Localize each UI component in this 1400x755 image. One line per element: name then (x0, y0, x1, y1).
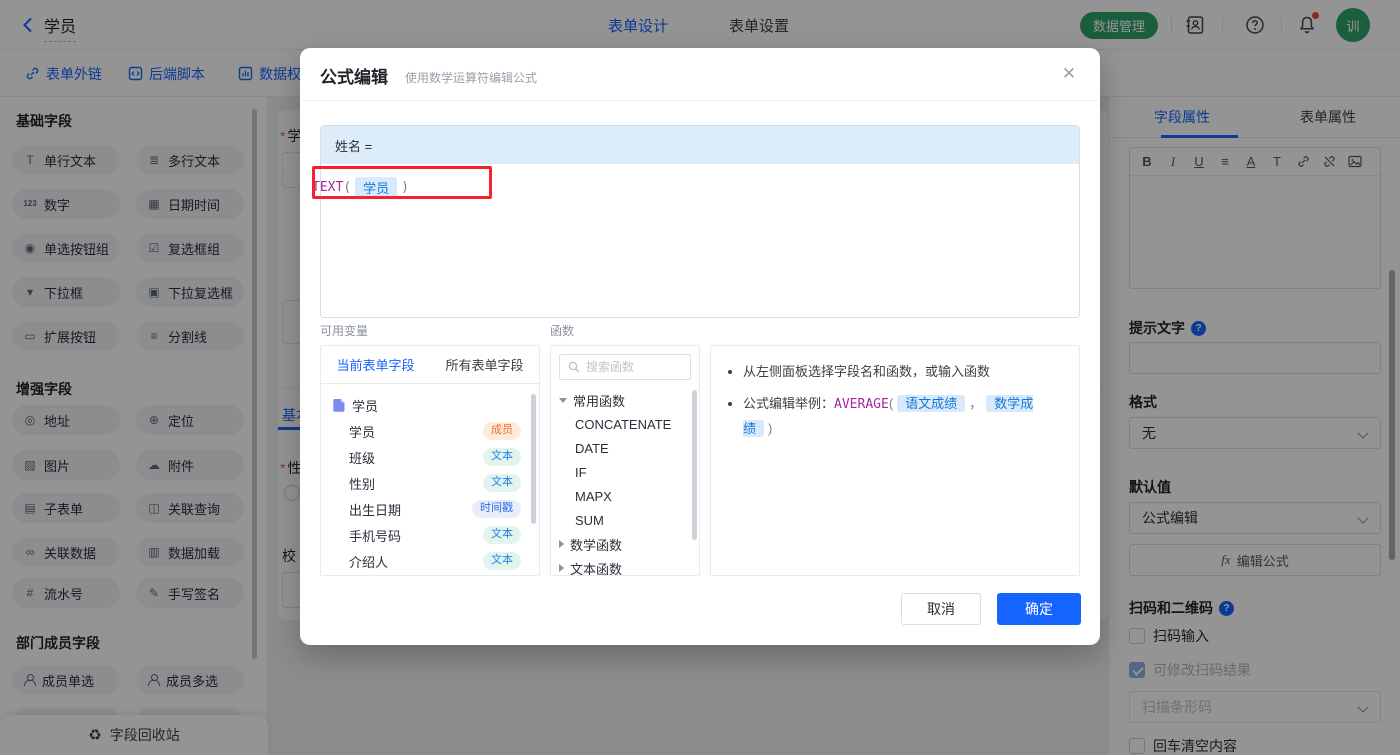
close-icon[interactable]: ✕ (1057, 62, 1081, 86)
function-group-math[interactable]: 数学函数 (551, 532, 699, 556)
modal-title: 公式编辑 (320, 68, 388, 87)
variables-panel: 当前表单字段 所有表单字段 学员 学员 成员 班级 文本 性别 文本 出生日期 时间戳 … (320, 345, 540, 576)
chevron-down-icon (559, 397, 567, 403)
formula-target: 姓名 = (321, 126, 1079, 164)
function-item[interactable]: CONCATENATE (551, 412, 699, 436)
tab-all-form-fields[interactable]: 所有表单字段 (430, 346, 539, 383)
variables-tabs: 当前表单字段 所有表单字段 (321, 346, 539, 384)
function-item[interactable]: MAPX (551, 484, 699, 508)
search-icon (568, 361, 580, 373)
chevron-right-icon (559, 540, 564, 548)
field-type-badge: 文本 (483, 474, 521, 492)
variable-field-row[interactable]: 学员 成员 (321, 418, 539, 444)
function-item[interactable]: DATE (551, 436, 699, 460)
chevron-right-icon (559, 564, 564, 572)
field-type-badge: 成员 (483, 422, 521, 440)
function-item[interactable]: IF (551, 460, 699, 484)
tab-current-form-fields[interactable]: 当前表单字段 (321, 346, 430, 383)
hints-panel: 从左侧面板选择字段名和函数，或输入函数 公式编辑举例：AVERAGE(语文成绩，… (710, 345, 1080, 576)
variable-field-row[interactable]: 介绍人 文本 (321, 548, 539, 574)
example-function-name: AVERAGE (834, 397, 889, 412)
field-type-badge: 时间戳 (472, 500, 521, 518)
function-search-input[interactable] (586, 360, 682, 374)
variables-label: 可用变量 (320, 324, 369, 338)
functions-scrollbar[interactable] (692, 390, 697, 540)
function-item[interactable]: SUM (551, 508, 699, 532)
variable-field-row[interactable]: 出生日期 时间戳 (321, 496, 539, 522)
functions-panel: 常用函数 CONCATENATE DATE IF MAPX SUM 数学函数 文… (550, 345, 700, 576)
variables-tree-root[interactable]: 学员 (321, 392, 539, 418)
variable-field-row[interactable]: 手机号码 文本 (321, 522, 539, 548)
modal-header-divider (300, 100, 1100, 101)
example-field-chip: 语文成绩 (897, 395, 966, 412)
app-root: 学员 表单设计 表单设置 数据管理 训 表单外链 后端脚本 数据权限 基础字段 … (0, 0, 1400, 755)
form-file-icon (333, 399, 345, 412)
field-type-badge: 文本 (483, 552, 521, 570)
function-group-common[interactable]: 常用函数 (551, 388, 699, 412)
hint-line-1: 从左侧面板选择字段名和函数，或输入函数 (743, 360, 1061, 384)
variable-field-row[interactable]: 班级 文本 (321, 444, 539, 470)
field-type-badge: 文本 (483, 526, 521, 544)
variables-scrollbar[interactable] (531, 394, 536, 524)
function-group-text[interactable]: 文本函数 (551, 556, 699, 575)
function-search (559, 354, 691, 380)
functions-label: 函数 (550, 324, 575, 338)
field-type-badge: 文本 (483, 448, 521, 466)
confirm-button[interactable]: 确定 (997, 593, 1081, 625)
variable-field-row[interactable]: 性别 文本 (321, 470, 539, 496)
cancel-button[interactable]: 取消 (901, 593, 981, 625)
hint-line-2: 公式编辑举例：AVERAGE(语文成绩，数学成绩) (743, 392, 1061, 441)
formula-editor-area[interactable]: 姓名 = (320, 125, 1080, 318)
red-annotation-box (312, 166, 492, 199)
formula-editor-modal: 公式编辑 使用数学运算符编辑公式 ✕ 姓名 = TEXT(学员) 可用变量 函数… (300, 48, 1100, 645)
modal-subtitle: 使用数学运算符编辑公式 (405, 71, 538, 85)
